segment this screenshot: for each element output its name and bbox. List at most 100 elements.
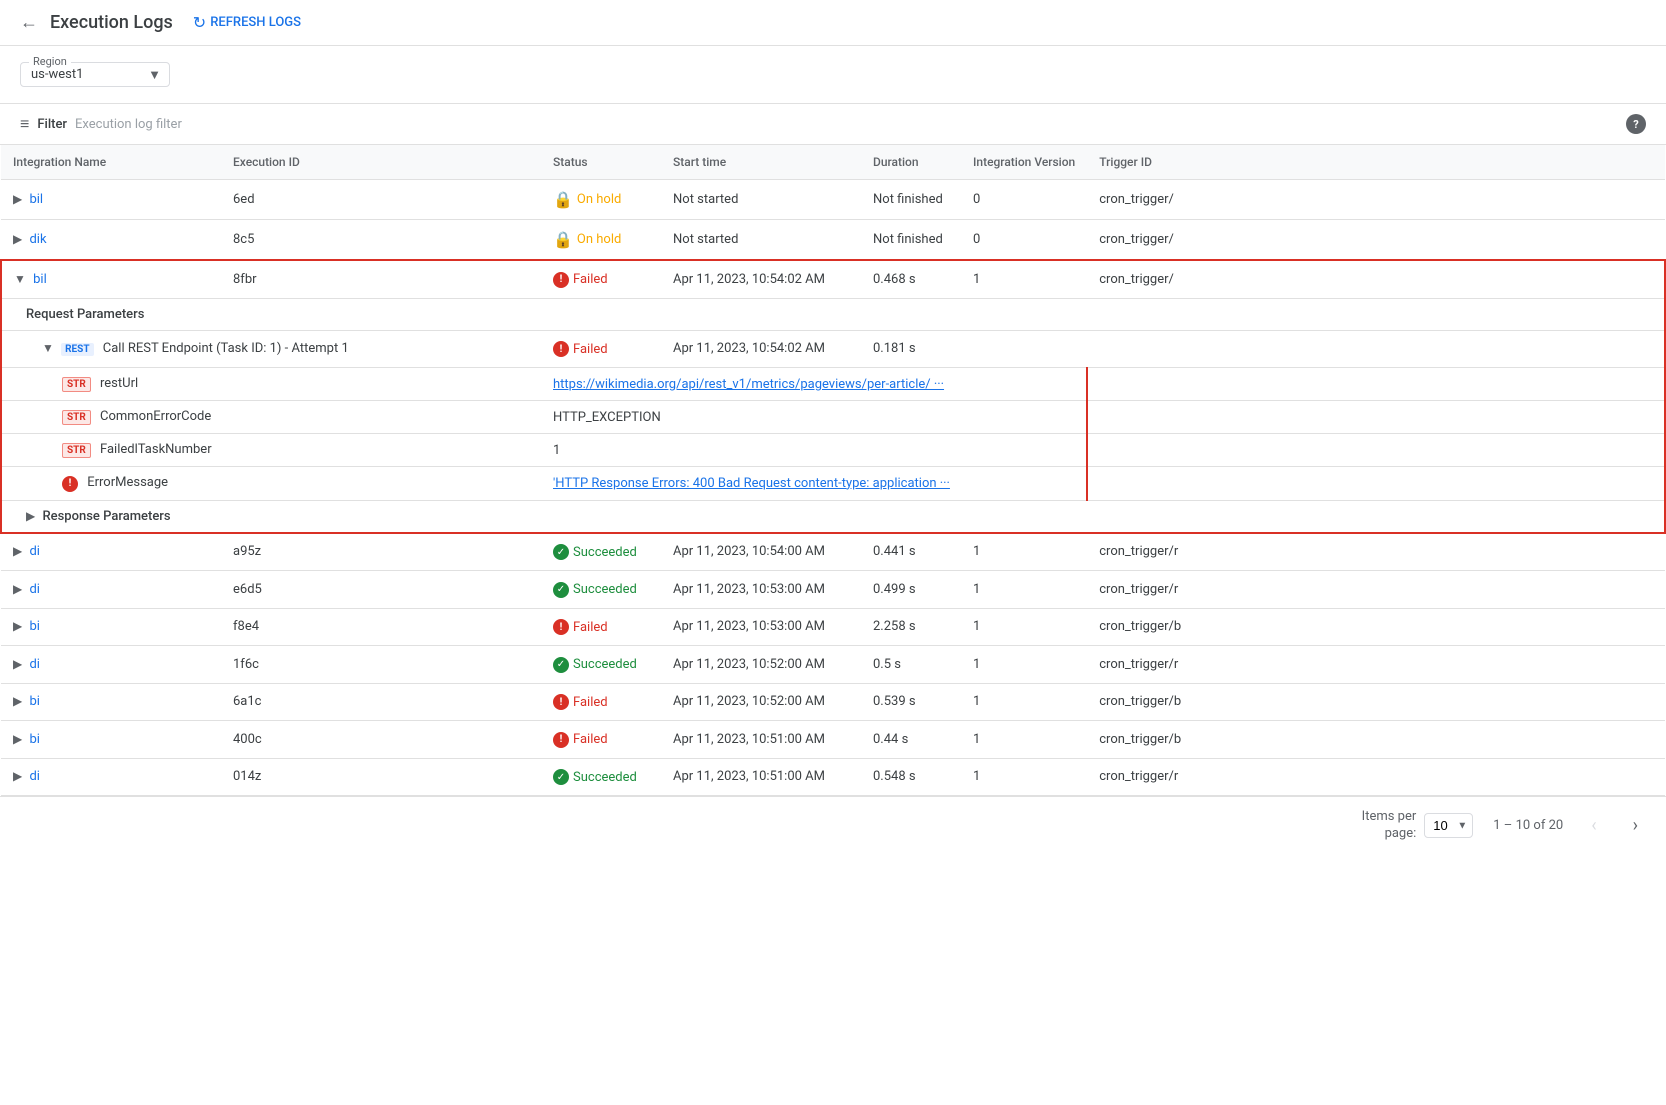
expand-button[interactable]: ▶ xyxy=(13,694,22,708)
integration-name-link[interactable]: bil xyxy=(29,192,43,207)
filter-label: Filter xyxy=(37,117,67,132)
filter-icon: ≡ xyxy=(20,114,29,134)
param-value: 1 xyxy=(553,443,560,458)
on-hold-icon: 🔒 xyxy=(553,230,573,249)
status-cell: ✓ Succeeded xyxy=(541,758,661,796)
col-status: Status xyxy=(541,145,661,180)
integration-name-link[interactable]: di xyxy=(29,544,40,559)
duration-cell: 0.5 s xyxy=(861,646,961,684)
integration-name-cell: ▶ di xyxy=(1,646,221,684)
refresh-logs-button[interactable]: ↻ REFRESH LOGS xyxy=(193,13,301,32)
integration-name-link[interactable]: bi xyxy=(29,694,39,709)
trigger-id-cell: cron_trigger/ xyxy=(1087,180,1665,220)
trigger-id-cell: cron_trigger/r xyxy=(1087,758,1665,796)
section-header-row: Request Parameters xyxy=(1,298,1665,330)
integration-name-cell: ▶ bi xyxy=(1,608,221,646)
prev-page-button[interactable]: ‹ xyxy=(1583,811,1604,840)
start-time-cell: Not started xyxy=(661,220,861,261)
trigger-id-cell: cron_trigger/ xyxy=(1087,220,1665,261)
per-page-select[interactable]: 10 25 50 xyxy=(1424,813,1473,838)
param-name: restUrl xyxy=(100,376,138,391)
execution-id-cell: 6a1c xyxy=(221,683,541,721)
integration-name-cell: ▶ di xyxy=(1,758,221,796)
integration-name-cell: ▶ dik xyxy=(1,220,221,261)
col-trigger-id: Trigger ID xyxy=(1087,145,1665,180)
status-text: Succeeded xyxy=(573,582,637,597)
start-time-cell: Apr 11, 2023, 10:53:00 AM xyxy=(661,608,861,646)
pagination-footer: Items perpage: 10 25 50 1 – 10 of 20 ‹ › xyxy=(0,796,1666,855)
response-params-row: ▶ Response Parameters xyxy=(1,500,1665,533)
region-section: Region us-west1 ▼ xyxy=(0,46,1666,103)
next-page-button[interactable]: › xyxy=(1625,811,1646,840)
integration-name-link[interactable]: dik xyxy=(29,232,46,247)
table-row: ▶ di e6d5 ✓ Succeeded Apr 11, 2023, 10:5… xyxy=(1,571,1665,609)
trigger-id-cell: cron_trigger/b xyxy=(1087,608,1665,646)
table-header-row: Integration Name Execution ID Status Sta… xyxy=(1,145,1665,180)
rest-badge: REST xyxy=(61,343,93,356)
integration-name-cell: ▶ bi xyxy=(1,721,221,759)
param-name: CommonErrorCode xyxy=(100,409,211,424)
failed-icon: ! xyxy=(553,732,569,748)
str-badge: STR xyxy=(62,443,91,458)
integration-name-link[interactable]: di xyxy=(29,769,40,784)
duration-cell: Not finished xyxy=(861,180,961,220)
expand-button[interactable]: ▶ xyxy=(13,619,22,633)
status-text: Failed xyxy=(573,272,608,287)
trigger-id-cell: cron_trigger/b xyxy=(1087,683,1665,721)
expand-button[interactable]: ▼ xyxy=(14,272,26,286)
version-cell: 0 xyxy=(961,180,1087,220)
rest-call-row: ▼ REST Call REST Endpoint (Task ID: 1) -… xyxy=(1,330,1665,368)
status-text: Failed xyxy=(573,732,608,747)
param-name: ErrorMessage xyxy=(87,475,168,490)
error-icon: ! xyxy=(62,476,78,492)
duration-cell: 0.548 s xyxy=(861,758,961,796)
status-cell: ! Failed xyxy=(541,721,661,759)
error-message-value[interactable]: 'HTTP Response Errors: 400 Bad Request c… xyxy=(553,476,950,491)
page-title: Execution Logs xyxy=(50,12,173,33)
status-text: On hold xyxy=(577,192,621,207)
str-badge: STR xyxy=(62,377,91,392)
duration-cell: Not finished xyxy=(861,220,961,261)
rest-url-value[interactable]: https://wikimedia.org/api/rest_v1/metric… xyxy=(553,377,944,392)
expand-response-button[interactable]: ▶ xyxy=(26,509,35,523)
version-cell: 1 xyxy=(961,646,1087,684)
region-select-wrapper[interactable]: Region us-west1 ▼ xyxy=(20,62,170,87)
integration-name-link[interactable]: bi xyxy=(29,732,39,747)
table-row: ▶ di a95z ✓ Succeeded Apr 11, 2023, 10:5… xyxy=(1,533,1665,571)
execution-id-cell: e6d5 xyxy=(221,571,541,609)
integration-name-link[interactable]: di xyxy=(29,582,40,597)
execution-logs-table: Integration Name Execution ID Status Sta… xyxy=(0,145,1666,796)
table-row: ▶ bi 6a1c ! Failed Apr 11, 2023, 10:52:0… xyxy=(1,683,1665,721)
status-cell: ! Failed xyxy=(541,608,661,646)
start-time-cell: Apr 11, 2023, 10:54:02 AM xyxy=(661,260,861,298)
start-time-cell: Apr 11, 2023, 10:51:00 AM xyxy=(661,758,861,796)
expand-button[interactable]: ▶ xyxy=(13,732,22,746)
per-page-wrapper: 10 25 50 xyxy=(1424,813,1473,838)
status-cell: ✓ Succeeded xyxy=(541,646,661,684)
duration-cell: 0.539 s xyxy=(861,683,961,721)
col-integration-version: Integration Version xyxy=(961,145,1087,180)
version-cell: 1 xyxy=(961,721,1087,759)
expand-button[interactable]: ▶ xyxy=(13,769,22,783)
header: ← Execution Logs ↻ REFRESH LOGS xyxy=(0,0,1666,46)
expand-rest-button[interactable]: ▼ xyxy=(42,341,54,355)
expand-button[interactable]: ▶ xyxy=(13,232,22,246)
request-params-label: Request Parameters xyxy=(26,307,144,322)
integration-name-link[interactable]: bil xyxy=(33,272,47,287)
region-label: Region xyxy=(29,55,71,68)
execution-id-cell: 1f6c xyxy=(221,646,541,684)
integration-name-link[interactable]: di xyxy=(29,657,40,672)
expand-button[interactable]: ▶ xyxy=(13,544,22,558)
back-button[interactable]: ← xyxy=(20,12,38,33)
response-params-label: Response Parameters xyxy=(42,509,170,524)
help-button[interactable]: ? xyxy=(1626,114,1646,134)
trigger-id-cell: cron_trigger/r xyxy=(1087,571,1665,609)
filter-placeholder[interactable]: Execution log filter xyxy=(75,117,182,132)
region-dropdown-icon: ▼ xyxy=(148,67,161,83)
trigger-id-cell: cron_trigger/r xyxy=(1087,533,1665,571)
expand-button[interactable]: ▶ xyxy=(13,582,22,596)
expand-button[interactable]: ▶ xyxy=(13,192,22,206)
param-value: HTTP_EXCEPTION xyxy=(553,410,661,425)
integration-name-link[interactable]: bi xyxy=(29,619,39,634)
expand-button[interactable]: ▶ xyxy=(13,657,22,671)
